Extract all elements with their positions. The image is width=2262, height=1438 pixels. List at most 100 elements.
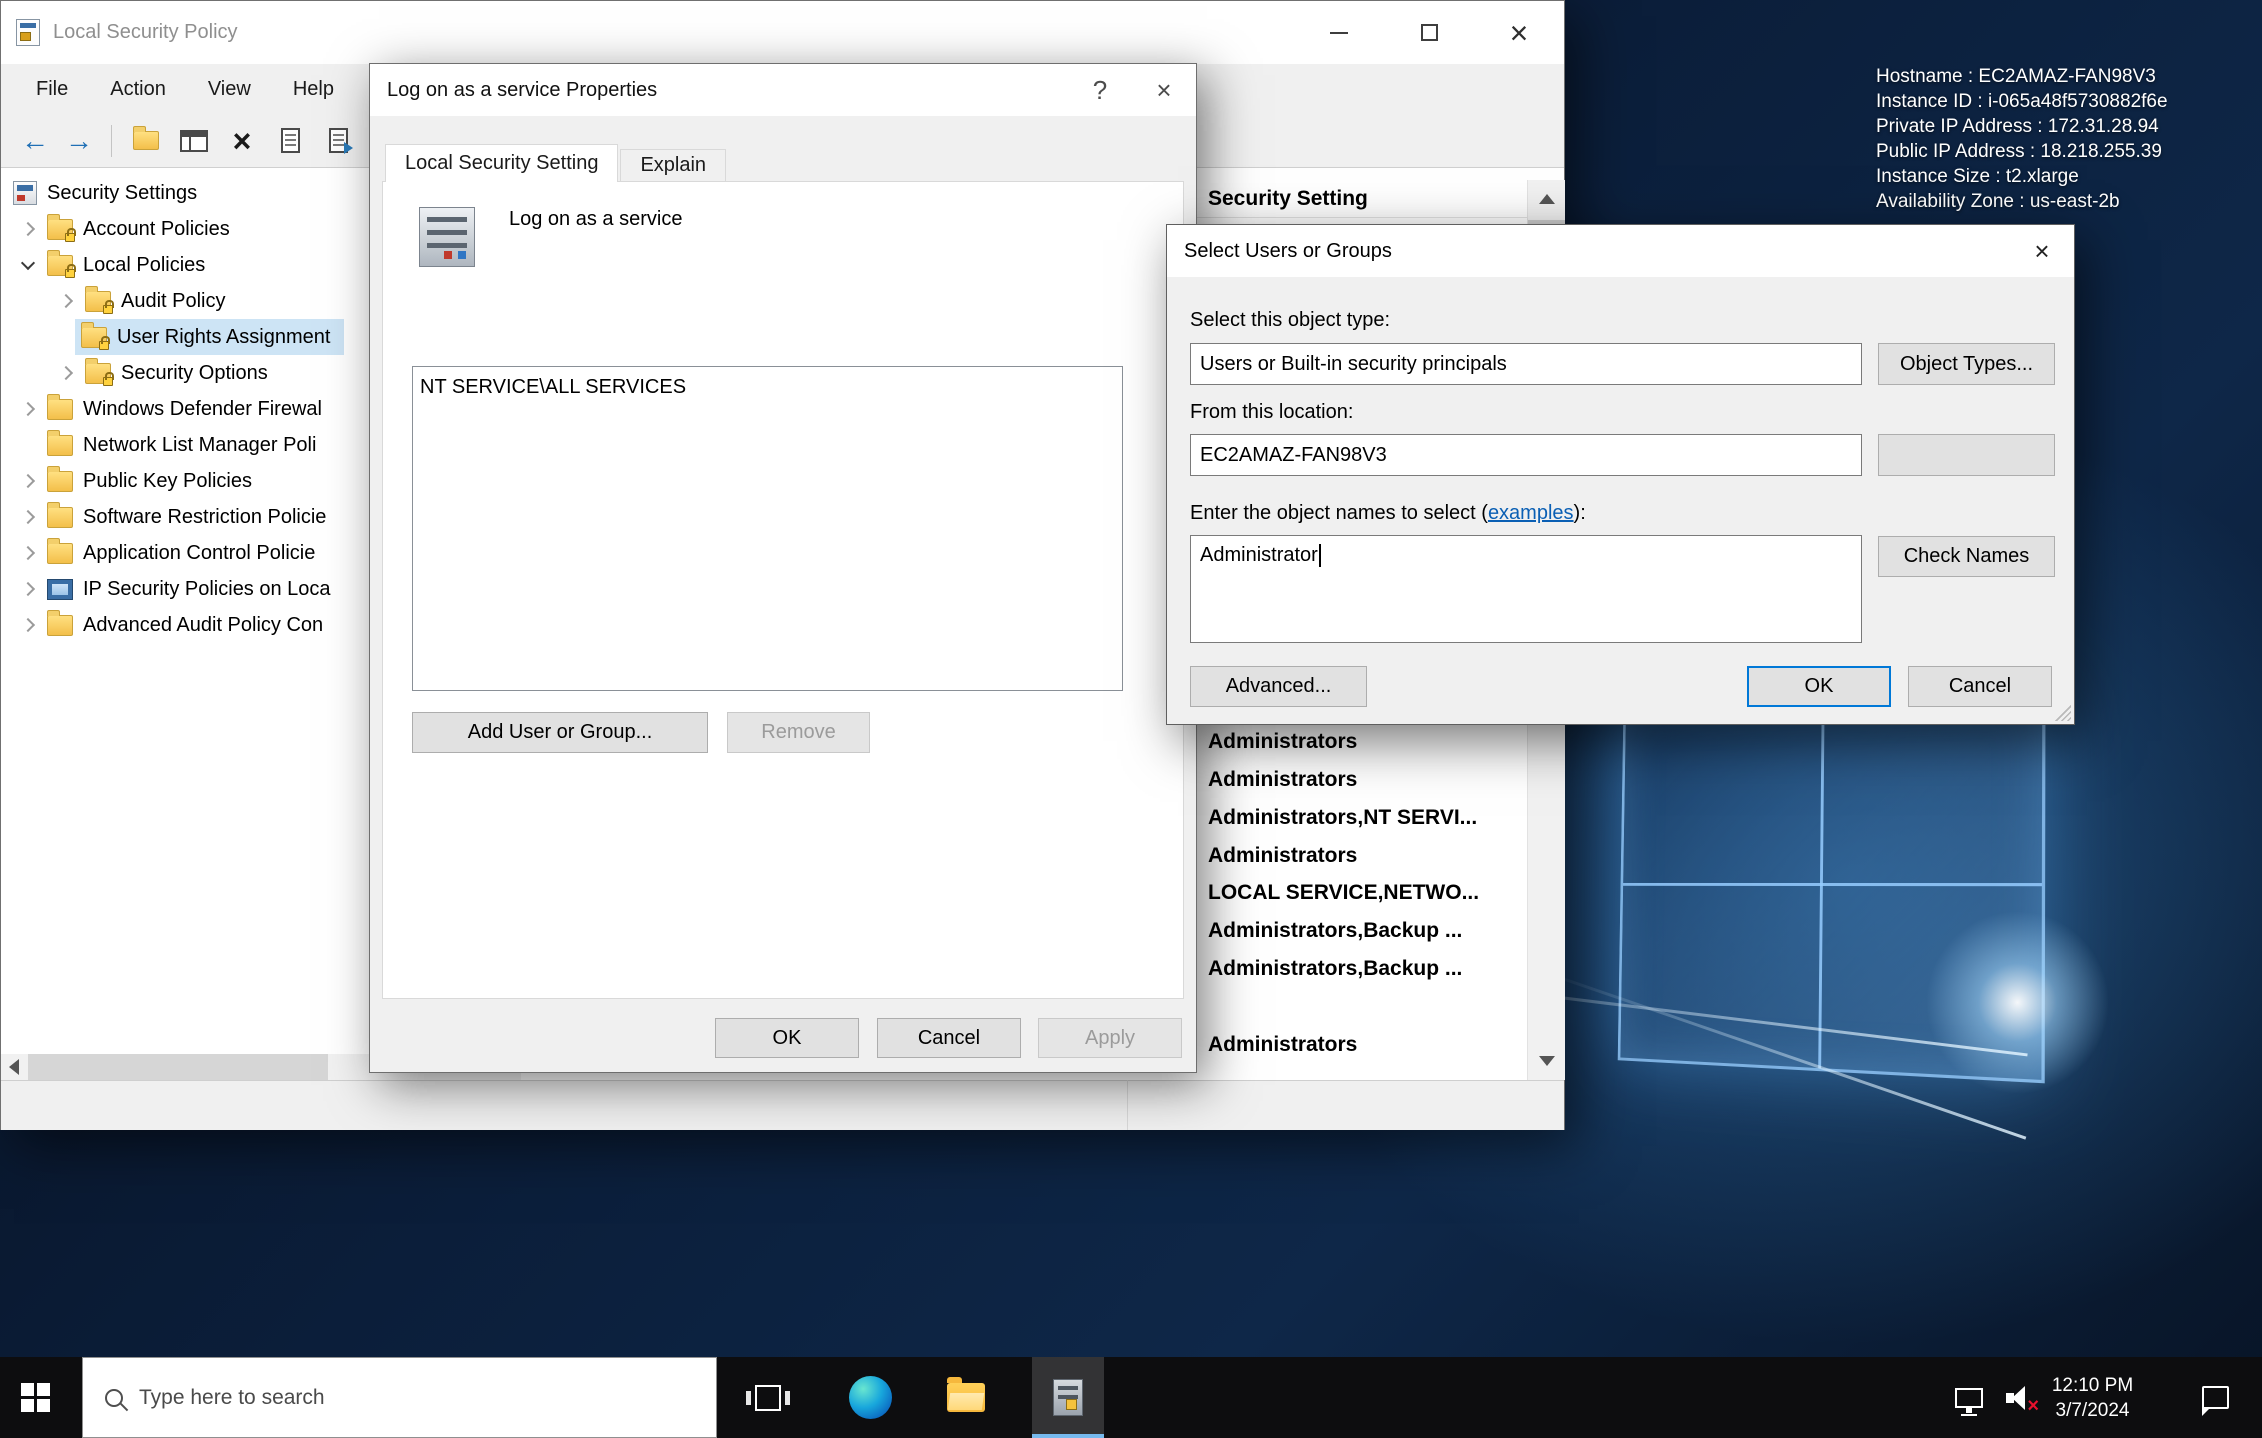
edge-button[interactable]: [840, 1357, 900, 1438]
help-button[interactable]: ?: [1068, 64, 1132, 116]
search-icon: [105, 1389, 123, 1407]
chevron-right-icon[interactable]: [21, 618, 35, 632]
tree-item-windows-defender-firewall[interactable]: Windows Defender Firewal: [23, 391, 322, 427]
logon-service-properties-dialog: Log on as a service Properties ? × Local…: [369, 63, 1197, 1073]
chevron-right-icon[interactable]: [21, 474, 35, 488]
minimize-icon: [1330, 32, 1348, 34]
console-window-icon: [180, 130, 208, 152]
toolbar-properties-button[interactable]: [266, 118, 314, 164]
toolbar-back-button[interactable]: ←: [13, 127, 57, 155]
local-security-policy-taskbar-button[interactable]: [1032, 1357, 1104, 1438]
security-setting-value[interactable]: Administrators,NT SERVI...: [1208, 799, 1477, 837]
scroll-left-button[interactable]: [1, 1054, 27, 1080]
tab-strip: Local Security Setting Explain: [385, 144, 728, 182]
toolbar-export-list-button[interactable]: [314, 118, 362, 164]
security-setting-value[interactable]: Administrators: [1208, 837, 1357, 875]
close-button[interactable]: ×: [1132, 64, 1196, 116]
tree-item-security-settings[interactable]: Security Settings: [13, 175, 197, 211]
lock-overlay-icon: [103, 305, 113, 314]
info-line: Availability Zone : us-east-2b: [1876, 189, 2168, 214]
tree-item-local-policies[interactable]: Local Policies: [23, 247, 205, 283]
network-tray-button[interactable]: [1946, 1357, 1992, 1438]
chevron-right-icon[interactable]: [21, 582, 35, 596]
examples-link[interactable]: examples: [1488, 502, 1574, 525]
location-label: From this location:: [1190, 399, 1353, 425]
tree-item-account-policies[interactable]: Account Policies: [23, 211, 230, 247]
info-line: Instance Size : t2.xlarge: [1876, 164, 2168, 189]
search-input[interactable]: [139, 1386, 659, 1410]
menu-file[interactable]: File: [15, 78, 89, 101]
close-button[interactable]: ×: [1474, 1, 1564, 64]
ok-button[interactable]: OK: [1747, 666, 1891, 707]
close-button[interactable]: ×: [2010, 225, 2074, 277]
file-explorer-button[interactable]: [936, 1357, 996, 1438]
tree-item-advanced-audit-policy[interactable]: Advanced Audit Policy Con: [23, 607, 323, 643]
security-setting-value[interactable]: Administrators: [1208, 723, 1357, 761]
tree-item-audit-policy[interactable]: Audit Policy: [61, 283, 226, 319]
tree-item-network-list-manager[interactable]: Network List Manager Poli: [47, 427, 316, 463]
start-button[interactable]: [0, 1357, 70, 1438]
status-strip: [1, 1080, 1564, 1130]
tab-explain[interactable]: Explain: [620, 149, 726, 182]
security-setting-value[interactable]: Administrators: [1208, 761, 1357, 799]
chevron-right-icon[interactable]: [21, 546, 35, 560]
tree-item-security-options[interactable]: Security Options: [61, 355, 268, 391]
security-setting-value[interactable]: Administrators,Backup ...: [1208, 950, 1462, 988]
list-item[interactable]: NT SERVICE\ALL SERVICES: [420, 372, 1122, 402]
menu-view[interactable]: View: [187, 78, 272, 101]
tree-item-application-control-policies[interactable]: Application Control Policie: [23, 535, 315, 571]
minimize-button[interactable]: [1294, 1, 1384, 64]
task-view-button[interactable]: [740, 1357, 796, 1438]
scroll-up-button[interactable]: [1528, 180, 1565, 218]
chevron-right-icon[interactable]: [59, 294, 73, 308]
info-line: Instance ID : i-065a48f5730882f6e: [1876, 89, 2168, 114]
clock-date: 3/7/2024: [2056, 1398, 2130, 1423]
scroll-down-button[interactable]: [1528, 1042, 1565, 1080]
maximize-button[interactable]: [1384, 1, 1474, 64]
resize-grip[interactable]: [2055, 705, 2071, 721]
tree-item-software-restriction-policies[interactable]: Software Restriction Policie: [23, 499, 326, 535]
advanced-button[interactable]: Advanced...: [1190, 666, 1367, 707]
security-setting-value[interactable]: Administrators,Backup ...: [1208, 912, 1462, 950]
folder-icon: [133, 131, 159, 150]
toolbar-delete-button[interactable]: ×: [218, 118, 266, 164]
chevron-right-icon[interactable]: [21, 510, 35, 524]
dialog-title-bar: Select Users or Groups ×: [1167, 225, 2074, 277]
locations-button[interactable]: [1878, 434, 2055, 476]
clock-time: 12:10 PM: [2052, 1373, 2133, 1398]
service-accounts-list[interactable]: NT SERVICE\ALL SERVICES: [412, 366, 1123, 691]
location-field[interactable]: EC2AMAZ-FAN98V3: [1190, 434, 1862, 476]
object-types-button[interactable]: Object Types...: [1878, 343, 2055, 385]
menu-action[interactable]: Action: [89, 78, 187, 101]
tree-item-user-rights-assignment[interactable]: User Rights Assignment: [75, 319, 344, 355]
dialog-title-bar: Log on as a service Properties ? ×: [370, 64, 1196, 116]
chevron-right-icon[interactable]: [21, 402, 35, 416]
taskbar-search[interactable]: [82, 1357, 717, 1438]
cancel-button[interactable]: Cancel: [1908, 666, 2052, 707]
security-setting-value[interactable]: LOCAL SERVICE,NETWO...: [1208, 874, 1479, 912]
ok-button[interactable]: OK: [715, 1018, 859, 1058]
check-names-button[interactable]: Check Names: [1878, 536, 2055, 577]
security-setting-value[interactable]: Administrators: [1208, 1026, 1357, 1064]
menu-help[interactable]: Help: [272, 78, 355, 101]
object-type-field[interactable]: Users or Built-in security principals: [1190, 343, 1862, 385]
chevron-right-icon[interactable]: [21, 222, 35, 236]
chevron-down-icon[interactable]: [21, 255, 35, 269]
chevron-right-icon[interactable]: [59, 366, 73, 380]
tab-local-security-setting[interactable]: Local Security Setting: [385, 144, 618, 182]
security-settings-icon: [13, 181, 37, 205]
tree-item-ip-security-policies[interactable]: IP Security Policies on Loca: [23, 571, 331, 607]
object-names-input[interactable]: Administrator: [1190, 535, 1862, 643]
cancel-button[interactable]: Cancel: [877, 1018, 1021, 1058]
action-center-button[interactable]: [2185, 1357, 2245, 1438]
tree-item-public-key-policies[interactable]: Public Key Policies: [23, 463, 252, 499]
object-type-label: Select this object type:: [1190, 307, 1390, 333]
add-user-or-group-button[interactable]: Add User or Group...: [412, 712, 708, 753]
toolbar-console-tree-button[interactable]: [170, 118, 218, 164]
scrollbar-thumb[interactable]: [28, 1054, 328, 1080]
toolbar-forward-button[interactable]: →: [57, 127, 101, 155]
taskbar: × 12:10 PM 3/7/2024: [0, 1357, 2262, 1438]
export-list-icon: [329, 128, 348, 153]
toolbar-export-button[interactable]: [122, 118, 170, 164]
taskbar-clock[interactable]: 12:10 PM 3/7/2024: [2030, 1357, 2155, 1438]
